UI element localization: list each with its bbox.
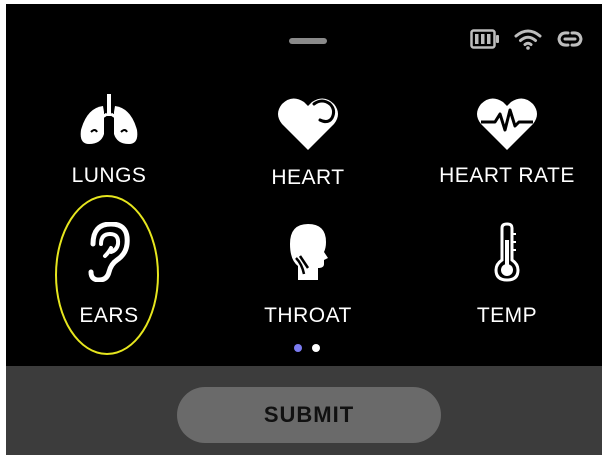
tile-label: TEMP: [476, 304, 538, 327]
tile-heart-rate[interactable]: HEART RATE: [412, 90, 602, 210]
tile-label: HEART: [271, 166, 345, 189]
drag-handle[interactable]: [289, 38, 327, 44]
throat-icon: [290, 224, 328, 280]
tile-label: LUNGS: [71, 164, 147, 187]
battery-icon: [470, 29, 499, 49]
submit-button[interactable]: SUBMIT: [177, 387, 441, 443]
tile-ears[interactable]: EARS: [14, 218, 204, 338]
status-bar: [470, 28, 584, 50]
app-screen: LUNGS HEART HEART RATE EARS THROAT TEMP …: [6, 4, 602, 455]
page-dot[interactable]: [312, 344, 320, 352]
tile-temp[interactable]: TEMP: [412, 218, 602, 338]
tile-label: THROAT: [264, 304, 352, 327]
thermometer-icon: [494, 222, 520, 282]
tile-throat[interactable]: THROAT: [213, 218, 403, 338]
tile-heart[interactable]: HEART: [213, 90, 403, 210]
lungs-icon: [80, 94, 138, 144]
footer-bar: SUBMIT: [6, 366, 602, 455]
tile-label: HEART RATE: [439, 164, 575, 187]
link-icon: [557, 31, 583, 47]
page-indicator: [294, 344, 320, 352]
heart-rate-icon: [477, 98, 537, 150]
ear-icon: [88, 222, 130, 282]
tile-label: EARS: [79, 304, 139, 327]
page-dot-active[interactable]: [294, 344, 302, 352]
tile-lungs[interactable]: LUNGS: [14, 90, 204, 210]
heart-icon: [278, 98, 338, 150]
wifi-icon: [514, 29, 542, 50]
